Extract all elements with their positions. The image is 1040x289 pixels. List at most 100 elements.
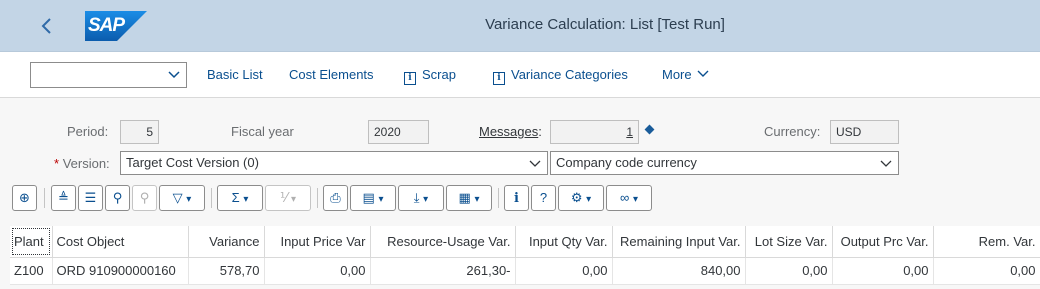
filter-button[interactable]: ▽ ▾ [159,185,205,211]
layout-icon: ▦ [458,190,471,205]
table-header-row: Plant Cost Object Variance Input Price V… [10,226,1040,258]
view-icon: ▤ [362,190,375,205]
column-header-plant[interactable]: Plant [10,226,53,258]
wrench-icon: ⚙ [570,190,583,205]
column-header-cost-object[interactable]: Cost Object [52,226,189,258]
separator [211,188,212,208]
settings-button[interactable]: ⚙ ▾ [558,185,604,211]
info-icon: i [514,191,519,206]
cell-plant[interactable]: Z100 [10,257,53,285]
cell-input-qty-var[interactable]: 0,00 [515,257,613,285]
info-icon: i [493,72,505,85]
column-header-input-qty-var[interactable]: Input Qty Var. [515,226,613,258]
version-label-text: Version: [62,156,110,171]
glasses-icon: ∞ [620,190,630,205]
chevron-down-icon [880,160,892,167]
views-button[interactable]: ▤ ▾ [350,185,396,211]
cell-lot-size-var[interactable]: 0,00 [745,257,833,285]
cell-rem-var[interactable]: 0,00 [933,257,1040,285]
total-button[interactable]: Σ ▾ [217,185,263,211]
currency-label: Currency: [764,124,821,139]
variance-categories-label: Variance Categories [511,67,628,82]
messages-colon: : [538,124,542,139]
column-header-lot-size-var[interactable]: Lot Size Var. [745,226,833,258]
subtotal-button: ⅟ ▾ [265,185,311,211]
column-header-resource-usage-var[interactable]: Resource-Usage Var. [370,226,516,258]
message-indicator-icon [644,124,655,135]
period-field: 5 [120,120,159,144]
fiscal-year-label: Fiscal year [231,124,294,139]
chevron-down-icon: ▾ [474,194,480,205]
version-value: Target Cost Version (0) [126,155,259,170]
cell-output-prc-var[interactable]: 0,00 [832,257,934,285]
currency-field: USD [830,120,899,144]
print-button[interactable]: ⎙ [323,185,348,211]
table-row[interactable]: Z100 ORD 910900000160 578,70 0,00 261,30… [10,257,1040,285]
print-icon: ⎙ [330,190,341,205]
page-title: Variance Calculation: List [Test Run] [485,16,725,33]
info-icon: i [404,72,416,85]
chevron-down-icon: ▾ [378,194,384,205]
details-button[interactable]: ⊕ [12,185,37,211]
sigma-icon: Σ [231,190,240,205]
results-table: Plant Cost Object Variance Input Price V… [10,226,1040,285]
help-button[interactable]: ? [531,185,556,211]
chevron-down-icon: ▾ [186,194,192,205]
column-header-input-price-var[interactable]: Input Price Var [264,226,371,258]
currency-type-value: Company code currency [556,155,697,170]
cell-cost-object[interactable]: ORD 910900000160 [52,257,189,285]
messages-field[interactable]: 1 [550,120,639,144]
sort-descending-icon: ☰ [84,190,97,205]
search-icon: ⚲ [112,190,123,205]
more-button[interactable]: More [662,67,709,82]
sort-descending-button[interactable]: ☰ [78,185,103,211]
more-label: More [662,67,692,82]
cell-resource-usage-var[interactable]: 261,30- [370,257,516,285]
separator [317,188,318,208]
column-header-output-prc-var[interactable]: Output Prc Var. [832,226,934,258]
chevron-down-icon [697,70,709,77]
cell-variance[interactable]: 578,70 [188,257,265,285]
find-button[interactable]: ⚲ [105,185,130,211]
separator [498,188,499,208]
display-button[interactable]: ∞ ▾ [606,185,652,211]
variant-select[interactable] [30,62,187,88]
app-toolbar: Basic List Cost Elements i Scrap i Varianc… [0,52,1040,98]
scrap-label: Scrap [422,67,456,82]
messages-count[interactable]: 1 [626,125,633,139]
chevron-down-icon: ▾ [632,194,638,205]
search-next-icon: ⚲ [139,190,150,205]
help-icon: ? [539,190,548,205]
column-header-remaining-input-var[interactable]: Remaining Input Var. [612,226,746,258]
chevron-down-icon: ▾ [586,194,592,205]
variance-categories-button[interactable]: i Variance Categories [493,67,628,85]
sort-ascending-icon: ≜ [58,190,69,205]
export-button[interactable]: ⤓ ▾ [398,185,444,211]
zoom-icon: ⊕ [19,190,30,205]
version-label: * Version: [54,156,110,171]
chevron-down-icon [168,71,180,79]
column-header-variance[interactable]: Variance [188,226,265,258]
shell-bar: SAP Variance Calculation: List [Test Run… [0,0,1040,52]
cell-input-price-var[interactable]: 0,00 [264,257,371,285]
cost-elements-button[interactable]: Cost Elements [289,67,374,82]
messages-label[interactable]: Messages: [479,124,542,139]
subtotal-icon: ⅟ [279,190,288,205]
chevron-down-icon: ▾ [243,194,249,205]
sort-ascending-button[interactable]: ≜ [51,185,76,211]
version-select[interactable]: Target Cost Version (0) [120,151,548,175]
basic-list-button[interactable]: Basic List [207,67,263,82]
column-header-rem-var[interactable]: Rem. Var. [933,226,1040,258]
chevron-down-icon: ▾ [290,194,297,205]
layout-button[interactable]: ▦ ▾ [446,185,492,211]
info-button[interactable]: i [504,185,529,211]
cell-remaining-input-var[interactable]: 840,00 [612,257,746,285]
messages-link[interactable]: Messages [479,124,538,139]
fiscal-year-field: 2020 [368,120,429,144]
required-marker: * [54,156,60,171]
download-icon: ⤓ [413,190,420,205]
currency-type-select[interactable]: Company code currency [550,151,899,175]
chevron-down-icon [529,160,541,167]
find-next-button: ⚲ [132,185,157,211]
scrap-button[interactable]: i Scrap [404,67,456,85]
